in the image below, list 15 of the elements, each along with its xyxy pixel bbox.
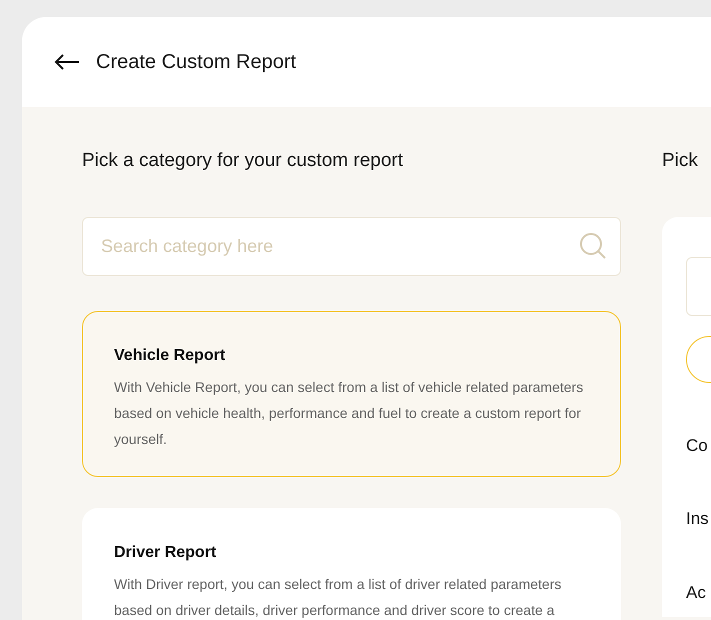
section-heading: Pick a category for your custom report xyxy=(82,149,404,173)
page-title: Create Custom Report xyxy=(96,50,296,75)
back-arrow-icon[interactable] xyxy=(54,54,80,70)
section-heading: Pick xyxy=(662,149,699,173)
parameter-group-title[interactable]: Ins xyxy=(686,506,711,532)
category-description: With Driver report, you can select from a list of driver related parameters based on driver details, driver performance and driver score to create a xyxy=(114,574,562,620)
search-icon[interactable] xyxy=(579,232,607,260)
category-title: Driver Report xyxy=(114,542,218,562)
category-description: With Vehicle Report, you can select from a list of vehicle related parameters based on vehicle health, performance and fuel to create a custom report for yourself. xyxy=(114,378,584,449)
category-card[interactable]: Vehicle Report With Vehicle Report, you can select from a list of vehicle related parameters based on vehicle health, performance and fuel to create a custom report for yourself. xyxy=(82,310,621,476)
search-field[interactable]: Search category here xyxy=(82,216,621,276)
category-card[interactable]: Driver Report With Driver report, you can select from a list of driver related parameters based on driver details, driver performance and driver score to create a xyxy=(82,508,621,620)
parameter-group-title[interactable]: Ac xyxy=(686,580,711,605)
category-title: Vehicle Report xyxy=(114,346,226,366)
parameter-group-title[interactable]: Co xyxy=(686,432,711,458)
